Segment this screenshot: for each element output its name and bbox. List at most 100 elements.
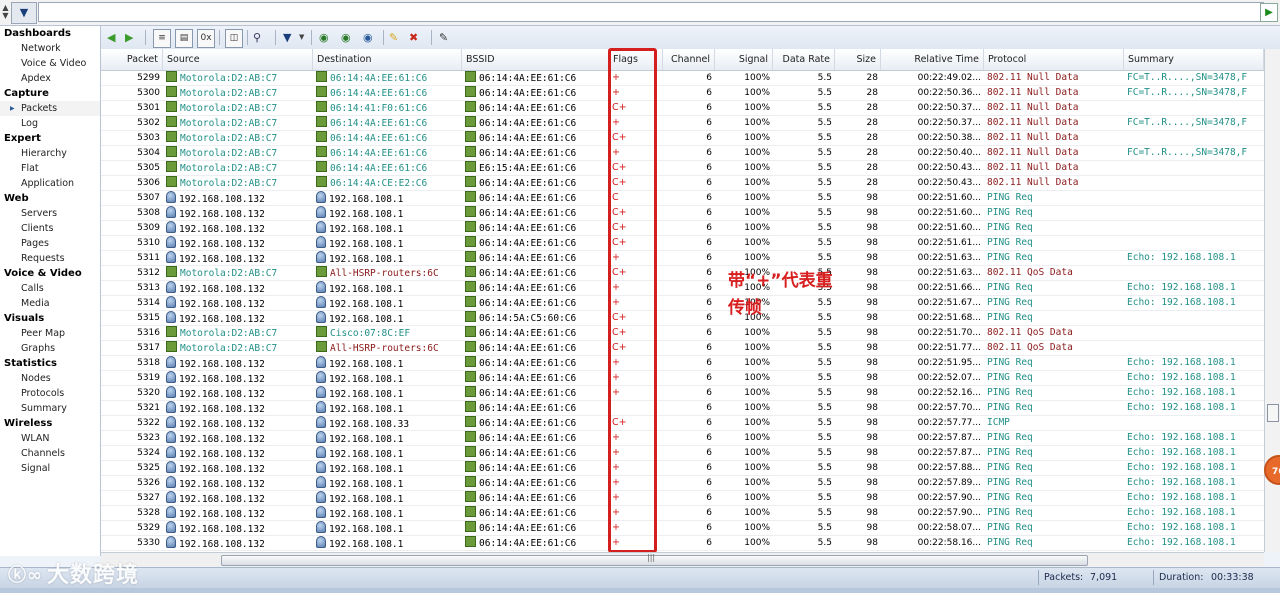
sidebar-section-statistics[interactable]: Statistics [0, 356, 100, 371]
table-row[interactable]: 5316 Motorola:D2:AB:C7 Cisco:07:8C:EF 06:14… [101, 326, 1264, 341]
column-header-channel[interactable]: Channel [663, 49, 715, 70]
horizontal-scrollbar[interactable]: ||| [101, 552, 1264, 567]
updown-arrows-icon[interactable]: ▲ ▼ [1, 4, 10, 20]
sidebar-item-application[interactable]: Application [0, 176, 100, 191]
sidebar-item-network[interactable]: Network [0, 41, 100, 56]
sidebar-section-dashboards[interactable]: Dashboards [0, 26, 100, 41]
sidebar-item-protocols[interactable]: Protocols [0, 386, 100, 401]
table-row[interactable]: 5330 192.168.108.132 192.168.108.1 06:14:4A… [101, 536, 1264, 551]
table-row[interactable]: 5303 Motorola:D2:AB:C7 06:14:4A:EE:61:C6 06… [101, 131, 1264, 146]
filter-icon[interactable]: ▼ [283, 29, 291, 46]
horizontal-scroll-thumb[interactable]: ||| [221, 553, 1088, 566]
column-header-data-rate[interactable]: Data Rate [773, 49, 835, 70]
table-row[interactable]: 5319 192.168.108.132 192.168.108.1 06:14:4A… [101, 371, 1264, 386]
edit-icon[interactable]: ✎ [439, 29, 448, 46]
save-icon[interactable]: ◉ [341, 29, 351, 46]
table-row[interactable]: 5326 192.168.108.132 192.168.108.1 06:14:4A… [101, 476, 1264, 491]
search-icon[interactable]: ⚲ [253, 29, 261, 46]
sidebar-section-voice-video[interactable]: Voice & Video [0, 266, 100, 281]
sidebar-item-clients[interactable]: Clients [0, 221, 100, 236]
sidebar-item-wlan[interactable]: WLAN [0, 431, 100, 446]
sidebar-item-packets[interactable]: Packets [0, 101, 100, 116]
column-header-relative-time[interactable]: Relative Time [881, 49, 984, 70]
sidebar-item-graphs[interactable]: Graphs [0, 341, 100, 356]
sidebar-item-channels[interactable]: Channels [0, 446, 100, 461]
unmark-icon[interactable]: ✖ [409, 29, 418, 46]
sidebar-item-media[interactable]: Media [0, 296, 100, 311]
sidebar-section-visuals[interactable]: Visuals [0, 311, 100, 326]
table-row[interactable]: 5300 Motorola:D2:AB:C7 06:14:4A:EE:61:C6 06… [101, 86, 1264, 101]
table-row[interactable]: 5321 192.168.108.132 192.168.108.1 06:14:4A… [101, 401, 1264, 416]
list-view-icon[interactable]: ≡ [153, 29, 171, 48]
table-row[interactable]: 5320 192.168.108.132 192.168.108.1 06:14:4A… [101, 386, 1264, 401]
column-header-source[interactable]: Source [163, 49, 313, 70]
cell-signal: 100% [744, 238, 770, 248]
vertical-scroll-thumb[interactable] [1267, 404, 1279, 422]
table-row[interactable]: 5328 192.168.108.132 192.168.108.1 06:14:4A… [101, 506, 1264, 521]
table-row[interactable]: 5301 Motorola:D2:AB:C7 06:14:41:F0:61:C6 06… [101, 101, 1264, 116]
funnel-icon[interactable]: ▼ [11, 2, 37, 24]
sidebar-item-requests[interactable]: Requests [0, 251, 100, 266]
sidebar-item-flat[interactable]: Flat [0, 161, 100, 176]
table-row[interactable]: 5323 192.168.108.132 192.168.108.1 06:14:4A… [101, 431, 1264, 446]
sidebar-item-pages[interactable]: Pages [0, 236, 100, 251]
table-row[interactable]: 5329 192.168.108.132 192.168.108.1 06:14:4A… [101, 521, 1264, 536]
network-adapter-icon [316, 116, 327, 127]
sidebar-item-calls[interactable]: Calls [0, 281, 100, 296]
play-arrow-icon[interactable]: ▶ [1260, 3, 1278, 22]
sidebar-item-servers[interactable]: Servers [0, 206, 100, 221]
column-header-protocol[interactable]: Protocol [984, 49, 1124, 70]
column-header-size[interactable]: Size [835, 49, 881, 70]
decode-icon[interactable]: ◉ [319, 29, 329, 46]
forward-arrow-icon[interactable]: ▶ [125, 29, 133, 46]
table-row[interactable]: 5324 192.168.108.132 192.168.108.1 06:14:4A… [101, 446, 1264, 461]
sidebar-item-signal[interactable]: Signal [0, 461, 100, 476]
column-header-summary[interactable]: Summary [1124, 49, 1264, 70]
table-row[interactable]: 5308 192.168.108.132 192.168.108.1 06:14:4A… [101, 206, 1264, 221]
table-row[interactable]: 5325 192.168.108.132 192.168.108.1 06:14:4A… [101, 461, 1264, 476]
table-row[interactable]: 5312 Motorola:D2:AB:C7 All-HSRP-routers:6C… [101, 266, 1264, 281]
table-row[interactable]: 5313 192.168.108.132 192.168.108.1 06:14:4A… [101, 281, 1264, 296]
sidebar-item-peer-map[interactable]: Peer Map [0, 326, 100, 341]
cell-source-text: 192.168.108.132 [179, 359, 265, 370]
column-header-bssid[interactable]: BSSID [462, 49, 609, 70]
sidebar-item-voice-video[interactable]: Voice & Video [0, 56, 100, 71]
globe-icon[interactable]: ◉ [363, 29, 373, 46]
hex-view-icon[interactable]: 0x [197, 29, 215, 48]
table-row[interactable]: 5318 192.168.108.132 192.168.108.1 06:14:4A… [101, 356, 1264, 371]
sidebar-item-apdex[interactable]: Apdex [0, 71, 100, 86]
table-row[interactable]: 5302 Motorola:D2:AB:C7 06:14:4A:EE:61:C6 06… [101, 116, 1264, 131]
filter-input[interactable] [38, 2, 1264, 22]
filter-dropdown-icon[interactable]: ▼ [299, 29, 304, 46]
table-row[interactable]: 5305 Motorola:D2:AB:C7 06:14:4A:EE:61:C6 E6… [101, 161, 1264, 176]
table-row[interactable]: 5310 192.168.108.132 192.168.108.1 06:14:4A… [101, 236, 1264, 251]
split-view-icon[interactable]: ◫ [225, 29, 243, 48]
column-header-packet[interactable]: Packet [101, 49, 163, 70]
table-row[interactable]: 5327 192.168.108.132 192.168.108.1 06:14:4A… [101, 491, 1264, 506]
table-row[interactable]: 5306 Motorola:D2:AB:C7 06:14:4A:CE:E2:C6 06… [101, 176, 1264, 191]
sidebar-item-log[interactable]: Log [0, 116, 100, 131]
sidebar-item-summary[interactable]: Summary [0, 401, 100, 416]
table-row[interactable]: 5315 192.168.108.132 192.168.108.1 06:14:5A… [101, 311, 1264, 326]
back-arrow-icon[interactable]: ◀ [107, 29, 115, 46]
table-row[interactable]: 5314 192.168.108.132 192.168.108.1 06:14:4A… [101, 296, 1264, 311]
sidebar-section-wireless[interactable]: Wireless [0, 416, 100, 431]
sidebar-item-nodes[interactable]: Nodes [0, 371, 100, 386]
cell-bssid: 06:14:4A:EE:61:C6 [462, 326, 609, 341]
sidebar-section-capture[interactable]: Capture [0, 86, 100, 101]
sidebar-section-expert[interactable]: Expert [0, 131, 100, 146]
sidebar-section-web[interactable]: Web [0, 191, 100, 206]
column-header-destination[interactable]: Destination [313, 49, 462, 70]
table-row[interactable]: 5322 192.168.108.132 192.168.108.33 06:14:4… [101, 416, 1264, 431]
cell-channel: 6 [706, 133, 712, 143]
table-row[interactable]: 5317 Motorola:D2:AB:C7 All-HSRP-routers:6C… [101, 341, 1264, 356]
mark-icon[interactable]: ✎ [389, 29, 398, 46]
column-header-signal[interactable]: Signal [715, 49, 773, 70]
sidebar-item-hierarchy[interactable]: Hierarchy [0, 146, 100, 161]
detail-view-icon[interactable]: ▤ [175, 29, 193, 48]
table-row[interactable]: 5307 192.168.108.132 192.168.108.1 06:14:4A… [101, 191, 1264, 206]
table-row[interactable]: 5311 192.168.108.132 192.168.108.1 06:14:4A… [101, 251, 1264, 266]
table-row[interactable]: 5299 Motorola:D2:AB:C7 06:14:4A:EE:61:C6 06… [101, 71, 1264, 86]
table-row[interactable]: 5309 192.168.108.132 192.168.108.1 06:14:4A… [101, 221, 1264, 236]
table-row[interactable]: 5304 Motorola:D2:AB:C7 06:14:4A:EE:61:C6 06… [101, 146, 1264, 161]
